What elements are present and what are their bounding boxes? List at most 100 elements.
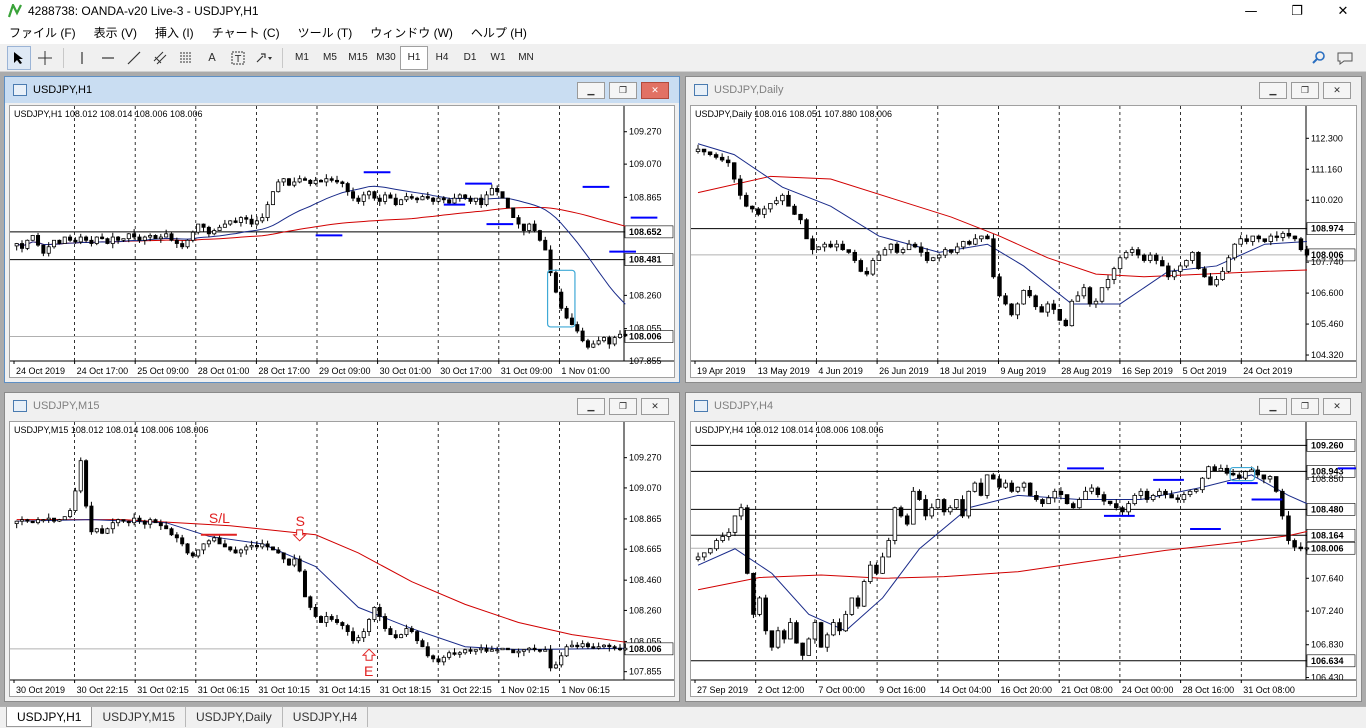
text-label-icon[interactable]: T — [226, 46, 250, 70]
horizontal-line-icon[interactable] — [96, 46, 120, 70]
x-tick-label: 7 Oct 00:00 — [818, 685, 865, 695]
candle-body — [148, 519, 153, 525]
close-button[interactable]: ✕ — [1323, 82, 1351, 99]
menu-view[interactable]: 表示 (V) — [85, 22, 146, 44]
candlestick-chart[interactable]: 19 Apr 2019 13 May 2019 4 Jun 2019 26 Jun 2… — [691, 106, 1356, 377]
trendline-icon[interactable] — [122, 46, 146, 70]
candle-body — [126, 233, 131, 240]
chart-window-titlebar[interactable]: USDJPY,H4 ▁ ❐ ✕ — [686, 393, 1361, 419]
menu-chart[interactable]: チャート (C) — [203, 22, 289, 44]
x-tick-label: 21 Oct 08:00 — [1061, 685, 1113, 695]
toolbar-separator — [63, 47, 64, 68]
cursor-icon[interactable] — [7, 45, 31, 70]
minimize-button[interactable]: ▁ — [1259, 82, 1287, 99]
arrow-object-icon[interactable] — [252, 46, 276, 70]
text-icon[interactable]: A — [200, 46, 224, 70]
tab-usdjpy-h4[interactable]: USDJPY,H4 — [283, 707, 369, 727]
candlestick-chart[interactable]: 30 Oct 2019 30 Oct 22:15 31 Oct 02:15 31 Oc… — [10, 422, 674, 696]
y-tick-label: 109.070 — [629, 483, 662, 493]
chart-plot-area[interactable]: USDJPY,M15 108.012 108.014 108.006 108.0… — [9, 421, 675, 697]
search-icon[interactable] — [1307, 46, 1331, 70]
candle-body — [1184, 260, 1189, 267]
candle-body — [388, 628, 393, 636]
timeframe-mn[interactable]: MN — [512, 46, 540, 70]
menu-file[interactable]: ファイル (F) — [0, 22, 85, 44]
menu-window[interactable]: ウィンドウ (W) — [361, 22, 462, 44]
vertical-line-icon[interactable] — [70, 46, 94, 70]
candle-body — [1058, 490, 1064, 496]
candle-body — [973, 238, 978, 245]
chart-window-titlebar[interactable]: USDJPY,H1 ▁ ❐ ✕ — [5, 77, 679, 103]
candle-body — [559, 655, 564, 666]
candle-body — [281, 178, 286, 183]
minimize-button[interactable]: ▁ — [577, 398, 605, 415]
maximize-button[interactable]: ❐ — [1291, 82, 1319, 99]
minimize-button[interactable]: ▁ — [1259, 398, 1287, 415]
menu-insert[interactable]: 挿入 (I) — [146, 22, 203, 44]
tab-usdjpy-h1[interactable]: USDJPY,H1 — [6, 707, 93, 727]
candle-body — [1021, 482, 1027, 488]
timeframe-m15[interactable]: M15 — [344, 46, 372, 70]
candle-body — [142, 236, 147, 241]
candle-body — [991, 474, 996, 480]
candle-body — [726, 531, 732, 537]
candle-body — [798, 213, 803, 221]
candle-body — [14, 520, 19, 525]
chart-plot-area[interactable]: USDJPY,Daily 108.016 108.051 107.880 108… — [690, 105, 1357, 378]
chart-window-usdjpy-h4[interactable]: USDJPY,H4 ▁ ❐ ✕ USDJPY,H4 108.012 108.01… — [685, 392, 1362, 702]
chart-window-usdjpy-m15[interactable]: USDJPY,M15 ▁ ❐ ✕ USDJPY,M15 108.012 108.… — [4, 392, 680, 702]
close-button[interactable]: ✕ — [1323, 398, 1351, 415]
candle-body — [1214, 279, 1219, 286]
menu-help[interactable]: ヘルプ (H) — [462, 22, 536, 44]
candle-body — [762, 208, 767, 215]
timeframe-m5[interactable]: M5 — [316, 46, 344, 70]
chart-window-titlebar[interactable]: USDJPY,Daily ▁ ❐ ✕ — [686, 77, 1361, 103]
candle-body — [1009, 303, 1014, 316]
chart-window-usdjpy-h1[interactable]: USDJPY,H1 ▁ ❐ ✕ USDJPY,H1 108.012 108.01… — [4, 76, 680, 383]
candle-body — [1193, 489, 1199, 492]
candle-body — [1292, 235, 1298, 240]
chart-window-usdjpy-daily[interactable]: USDJPY,Daily ▁ ❐ ✕ USDJPY,Daily 108.016 … — [685, 76, 1362, 383]
candle-body — [537, 649, 542, 652]
candle-body — [399, 634, 404, 639]
candle-body — [121, 238, 126, 241]
fibonacci-icon[interactable] — [174, 46, 198, 70]
y-tick-label: 105.460 — [1311, 319, 1344, 329]
tab-usdjpy-daily[interactable]: USDJPY,Daily — [186, 707, 283, 727]
close-button[interactable]: ✕ — [1320, 0, 1366, 22]
candlestick-chart[interactable]: 27 Sep 2019 2 Oct 12:00 7 Oct 00:00 9 Oct 1… — [691, 422, 1356, 696]
maximize-button[interactable]: ❐ — [609, 82, 637, 99]
timeframe-m30[interactable]: M30 — [372, 46, 400, 70]
candle-body — [828, 243, 833, 248]
candle-body — [212, 230, 217, 235]
crosshair-icon[interactable] — [33, 46, 57, 70]
candle-body — [105, 238, 110, 244]
candle-body — [1292, 540, 1297, 548]
candlestick-chart[interactable]: 24 Oct 2019 24 Oct 17:00 25 Oct 09:00 28 Oc… — [10, 106, 674, 377]
timeframe-m1[interactable]: M1 — [288, 46, 316, 70]
window-title: 4288738: OANDA-v20 Live-3 - USDJPY,H1 — [28, 4, 259, 18]
close-button[interactable]: ✕ — [641, 82, 669, 99]
maximize-button[interactable]: ❐ — [609, 398, 637, 415]
menu-tools[interactable]: ツール (T) — [289, 22, 362, 44]
tab-usdjpy-m15[interactable]: USDJPY,M15 — [92, 707, 186, 727]
timeframe-h1[interactable]: H1 — [400, 45, 428, 70]
restore-button[interactable]: ❐ — [1274, 0, 1320, 22]
minimize-button[interactable]: — — [1228, 0, 1274, 22]
chart-window-titlebar[interactable]: USDJPY,M15 ▁ ❐ ✕ — [5, 393, 679, 419]
chart-plot-area[interactable]: USDJPY,H4 108.012 108.014 108.006 108.00… — [690, 421, 1357, 697]
candle-body — [174, 239, 179, 244]
chart-plot-area[interactable]: USDJPY,H1 108.012 108.014 108.006 108.00… — [9, 105, 675, 378]
timeframe-h4[interactable]: H4 — [428, 46, 456, 70]
candle-body — [201, 223, 206, 228]
channel-icon[interactable] — [148, 46, 172, 70]
close-button[interactable]: ✕ — [641, 398, 669, 415]
candle-body — [1089, 487, 1094, 492]
timeframe-d1[interactable]: D1 — [456, 46, 484, 70]
chat-icon[interactable] — [1333, 46, 1357, 70]
timeframe-w1[interactable]: W1 — [484, 46, 512, 70]
toolbar-separator — [282, 47, 283, 68]
minimize-button[interactable]: ▁ — [577, 82, 605, 99]
maximize-button[interactable]: ❐ — [1291, 398, 1319, 415]
x-tick-label: 24 Oct 2019 — [1243, 366, 1292, 376]
